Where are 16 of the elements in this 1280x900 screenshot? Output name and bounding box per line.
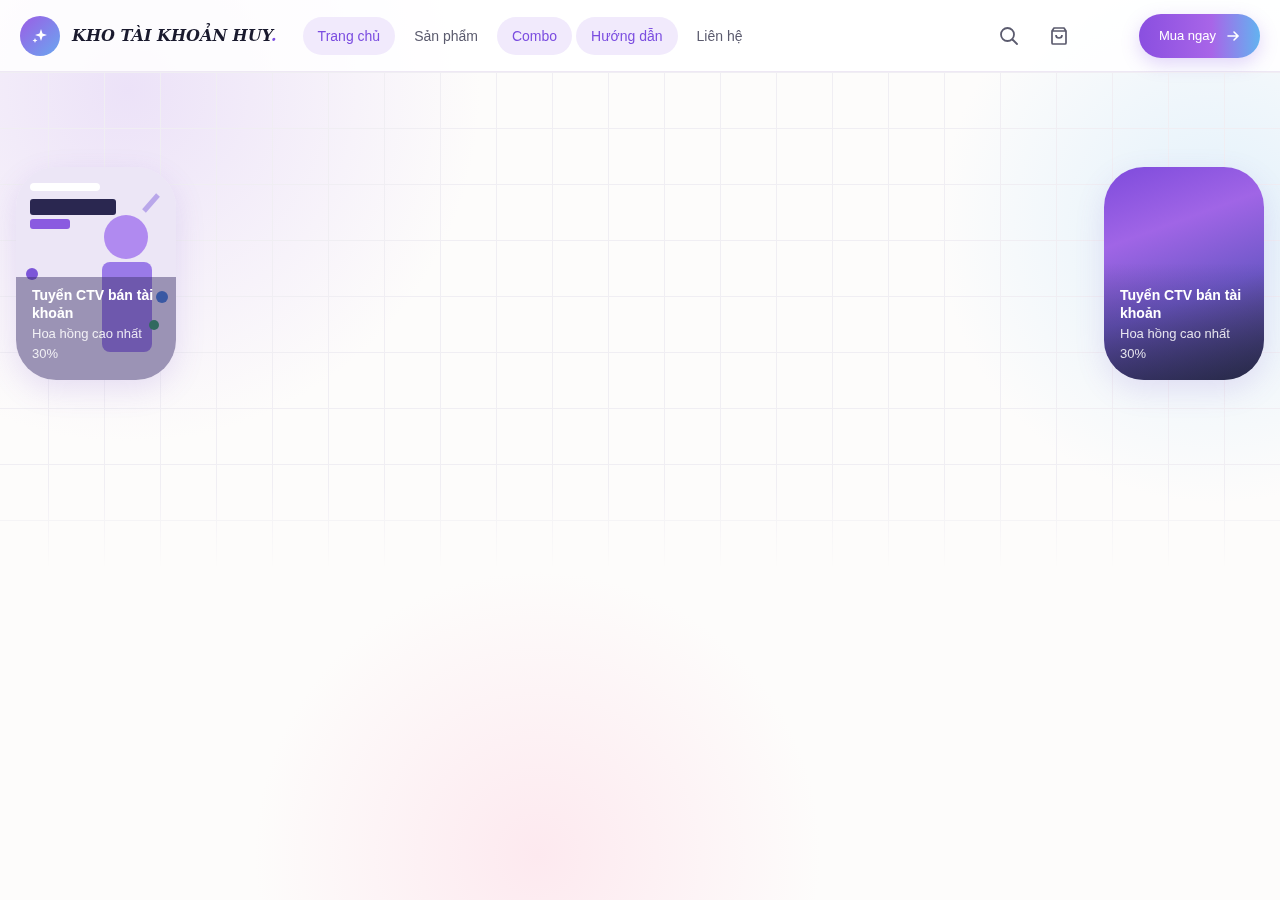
logo-icon [20,15,60,56]
promo-card[interactable]: Tuyển CTV bán tài khoản Hoa hồng cao nhất 30% [16,167,176,380]
card-subtitle: Hoa hồng cao nhất 30% [1120,325,1231,363]
promo-card[interactable]: Tuyển CTV bán tài khoản Hoa hồng cao nhất 30% [1104,167,1264,380]
nav-link[interactable]: Liên hệ [681,16,758,55]
buy-now-button[interactable]: Mua ngay [1138,13,1260,58]
card-title: Tuyển CTV bán tài khoản [32,286,155,322]
card-title: Tuyển CTV bán tài khoản [1120,286,1243,322]
arrow-right-icon [1226,28,1240,43]
card-subtitle: Hoa hồng cao nhất 30% [32,325,143,363]
nav-link[interactable]: Trang chủ [302,16,396,55]
shopping-bag-icon[interactable] [1048,25,1069,46]
nav-link[interactable]: Hướng dẫn [576,16,678,55]
nav-link[interactable]: Sản phẩm [399,16,493,55]
nav-link[interactable]: Combo [496,16,573,55]
search-icon[interactable] [998,25,1019,46]
